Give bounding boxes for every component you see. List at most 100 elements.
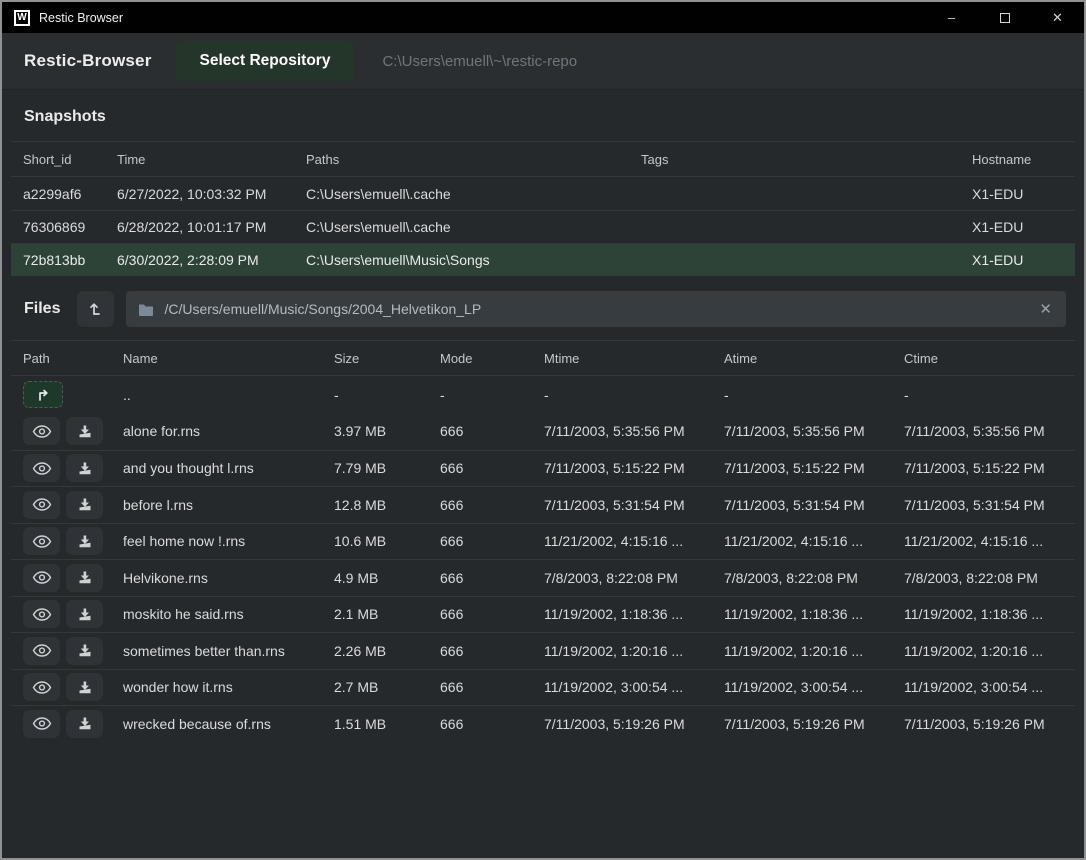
preview-file-button[interactable] [23, 491, 60, 519]
parent-directory-row: .. - - - - - [11, 376, 1075, 413]
clear-icon: ✕ [1039, 301, 1052, 318]
snapshot-row[interactable]: 76306869 6/28/2022, 10:01:17 PM C:\Users… [11, 210, 1075, 243]
file-ctime: 7/11/2003, 5:35:56 PM [904, 423, 1063, 439]
file-mtime: 11/19/2002, 1:18:36 ... [544, 606, 724, 622]
file-ctime: 11/19/2002, 1:20:16 ... [904, 643, 1063, 659]
download-file-button[interactable] [66, 637, 103, 665]
file-size: 12.8 MB [334, 497, 440, 513]
download-file-button[interactable] [66, 600, 103, 628]
snapshots-rows: a2299af6 6/27/2022, 10:03:32 PM C:\Users… [11, 177, 1075, 276]
app-icon: W [14, 10, 30, 26]
file-size: 2.1 MB [334, 606, 440, 622]
file-ctime: 7/8/2003, 8:22:08 PM [904, 570, 1063, 586]
download-icon [78, 608, 92, 621]
file-ctime: 7/11/2003, 5:19:26 PM [904, 716, 1063, 732]
preview-file-button[interactable] [23, 417, 60, 445]
file-mtime: - [544, 387, 724, 403]
preview-file-button[interactable] [23, 527, 60, 555]
download-file-button[interactable] [66, 417, 103, 445]
file-atime: 7/8/2003, 8:22:08 PM [724, 570, 904, 586]
snapshots-table-header: Short_id Time Paths Tags Hostname [11, 141, 1075, 177]
download-file-button[interactable] [66, 527, 103, 555]
download-icon [78, 681, 92, 694]
col-mode: Mode [440, 351, 544, 366]
snapshot-row[interactable]: 72b813bb 6/30/2022, 2:28:09 PM C:\Users\… [11, 243, 1075, 276]
snapshot-hostname: X1-EDU [972, 219, 1063, 235]
clear-path-button[interactable]: ✕ [1037, 302, 1054, 317]
preview-file-button[interactable] [23, 454, 60, 482]
files-title: Files [24, 300, 60, 318]
repository-path: C:\Users\emuell\~\restic-repo [382, 53, 577, 70]
col-short-id: Short_id [23, 152, 117, 167]
file-ctime: 11/19/2002, 3:00:54 ... [904, 679, 1063, 695]
download-file-button[interactable] [66, 673, 103, 701]
snapshot-short-id: a2299af6 [23, 186, 117, 202]
file-atime: 7/11/2003, 5:19:26 PM [724, 716, 904, 732]
maximize-button[interactable] [978, 2, 1031, 33]
download-icon [78, 717, 92, 730]
minimize-button[interactable]: – [925, 2, 978, 33]
eye-icon [32, 681, 52, 694]
download-file-button[interactable] [66, 454, 103, 482]
close-button[interactable]: ✕ [1031, 2, 1084, 33]
snapshot-time: 6/28/2022, 10:01:17 PM [117, 219, 306, 235]
snapshots-title: Snapshots [2, 90, 1084, 141]
snapshot-row[interactable]: a2299af6 6/27/2022, 10:03:32 PM C:\Users… [11, 177, 1075, 210]
file-mtime: 7/11/2003, 5:15:22 PM [544, 460, 724, 476]
col-name: Name [123, 351, 334, 366]
file-size: 2.7 MB [334, 679, 440, 695]
file-mtime: 7/8/2003, 8:22:08 PM [544, 570, 724, 586]
preview-file-button[interactable] [23, 600, 60, 628]
snapshots-table: Short_id Time Paths Tags Hostname a2299a… [11, 141, 1075, 276]
download-file-button[interactable] [66, 710, 103, 738]
file-size: 2.26 MB [334, 643, 440, 659]
window-title: Restic Browser [39, 11, 123, 25]
path-input[interactable]: /C/Users/emuell/Music/Songs/2004_Helveti… [126, 291, 1066, 327]
download-file-button[interactable] [66, 564, 103, 592]
file-ctime: - [904, 387, 1063, 403]
file-ctime: 11/21/2002, 4:15:16 ... [904, 533, 1063, 549]
file-mode: - [440, 387, 544, 403]
eye-icon [32, 462, 52, 475]
file-mode: 666 [440, 606, 544, 622]
app-header: Restic-Browser Select Repository C:\User… [2, 33, 1084, 90]
file-mtime: 7/11/2003, 5:31:54 PM [544, 497, 724, 513]
go-up-button[interactable] [23, 381, 63, 408]
file-mode: 666 [440, 716, 544, 732]
file-atime: 11/21/2002, 4:15:16 ... [724, 533, 904, 549]
file-mode: 666 [440, 533, 544, 549]
level-up-icon [88, 301, 104, 317]
file-name: alone for.rns [123, 423, 334, 439]
download-icon [78, 644, 92, 657]
file-mtime: 11/19/2002, 1:20:16 ... [544, 643, 724, 659]
files-table: Path Name Size Mode Mtime Atime Ctime .. [11, 340, 1075, 742]
folder-icon [138, 303, 154, 316]
file-mode: 666 [440, 570, 544, 586]
file-row: and you thought l.rns 7.79 MB 666 7/11/2… [11, 450, 1075, 487]
window-controls: – ✕ [925, 2, 1084, 33]
file-name: Helvikone.rns [123, 570, 334, 586]
file-name: feel home now !.rns [123, 533, 334, 549]
file-atime: 7/11/2003, 5:15:22 PM [724, 460, 904, 476]
titlebar: W Restic Browser – ✕ [2, 2, 1084, 33]
file-mtime: 7/11/2003, 5:35:56 PM [544, 423, 724, 439]
download-file-button[interactable] [66, 491, 103, 519]
file-atime: 7/11/2003, 5:31:54 PM [724, 497, 904, 513]
eye-icon [32, 608, 52, 621]
file-mtime: 7/11/2003, 5:19:26 PM [544, 716, 724, 732]
preview-file-button[interactable] [23, 673, 60, 701]
parent-directory-button[interactable] [77, 291, 114, 327]
file-row: wonder how it.rns 2.7 MB 666 11/19/2002,… [11, 669, 1075, 706]
file-ctime: 11/19/2002, 1:18:36 ... [904, 606, 1063, 622]
file-name: before l.rns [123, 497, 334, 513]
file-size: 10.6 MB [334, 533, 440, 549]
download-icon [78, 425, 92, 438]
file-atime: 11/19/2002, 1:20:16 ... [724, 643, 904, 659]
path-value: /C/Users/emuell/Music/Songs/2004_Helveti… [164, 301, 1027, 317]
preview-file-button[interactable] [23, 637, 60, 665]
arrow-up-right-icon [36, 388, 51, 402]
snapshot-paths: C:\Users\emuell\.cache [306, 186, 641, 202]
preview-file-button[interactable] [23, 710, 60, 738]
preview-file-button[interactable] [23, 564, 60, 592]
select-repository-button[interactable]: Select Repository [176, 41, 355, 81]
